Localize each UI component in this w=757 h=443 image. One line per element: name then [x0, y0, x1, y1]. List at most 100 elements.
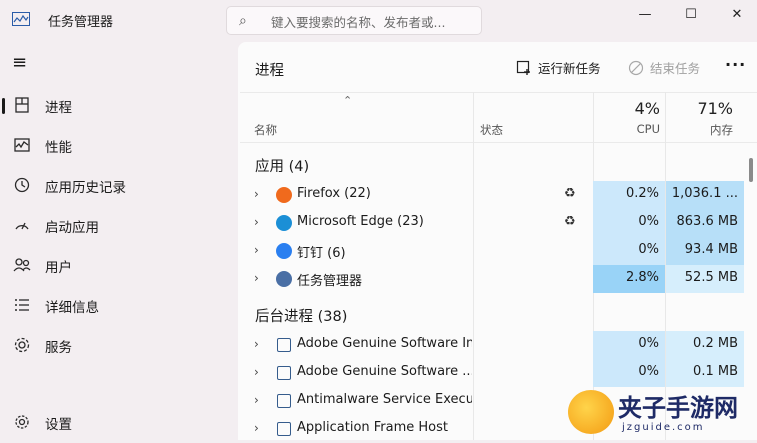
task-manager-icon — [12, 12, 30, 26]
header-divider — [240, 92, 757, 93]
end-task-button[interactable]: 结束任务 — [628, 58, 700, 77]
process-name: Adobe Genuine Software ... — [297, 364, 472, 379]
table-row[interactable]: › Adobe Genuine Software ... 0% 0.1 MB — [240, 359, 745, 387]
expand-chevron-icon[interactable]: › — [254, 337, 259, 351]
sidebar-item-label: 服务 — [45, 340, 72, 356]
memory-cell: 0.2 MB — [666, 331, 744, 359]
sidebar-item-performance[interactable]: 性能 — [0, 126, 235, 164]
sidebar-item-label: 进程 — [45, 100, 72, 116]
maximize-button[interactable]: ☐ — [668, 2, 714, 26]
new-task-icon — [516, 60, 530, 75]
process-icon — [277, 338, 291, 352]
details-icon — [15, 299, 29, 311]
performance-icon — [14, 138, 30, 152]
more-options-icon[interactable]: ··· — [725, 55, 746, 74]
expand-chevron-icon[interactable]: › — [254, 243, 259, 257]
table-row[interactable]: › Firefox (22) ♻ 0.2% 1,036.1 ... — [240, 181, 745, 209]
window-title: 任务管理器 — [48, 15, 114, 30]
table-row[interactable]: › 任务管理器 2.8% 52.5 MB — [240, 265, 745, 293]
memory-cell: 93.4 MB — [666, 237, 744, 265]
process-name: Adobe Genuine Software In... — [297, 336, 472, 351]
run-new-task-button[interactable]: 运行新任务 — [516, 58, 601, 77]
table-row[interactable]: › Adobe Genuine Software In... 0% 0.2 MB — [240, 331, 745, 359]
hamburger-icon[interactable]: ≡ — [12, 52, 27, 73]
header-bottom-divider — [240, 142, 757, 143]
column-status[interactable]: 状态 — [480, 122, 503, 138]
column-cpu[interactable]: CPU — [630, 122, 660, 136]
sidebar-item-settings[interactable]: 设置 — [0, 403, 235, 441]
services-icon — [14, 337, 30, 353]
watermark-url: jzguide.com — [622, 422, 705, 433]
process-name: Microsoft Edge (23) — [297, 214, 424, 229]
memory-cell: 52.5 MB — [666, 265, 744, 293]
sidebar-item-services[interactable]: 服务 — [0, 326, 235, 364]
app-icon — [276, 187, 292, 203]
cpu-cell: 0% — [593, 331, 665, 359]
watermark-logo — [568, 390, 614, 434]
expand-chevron-icon[interactable]: › — [254, 365, 259, 379]
search-input[interactable]: ⌕ 键入要搜索的名称、发布者或... — [226, 6, 482, 35]
memory-cell: 0.1 MB — [666, 359, 744, 387]
startup-icon — [15, 222, 29, 230]
group-background[interactable]: 后台进程 (38) — [255, 305, 347, 326]
watermark: 夹子手游网 jzguide.com — [560, 384, 757, 440]
process-icon — [277, 366, 291, 380]
memory-cell: 1,036.1 ... — [666, 181, 744, 209]
sidebar-item-label: 用户 — [45, 260, 72, 276]
cpu-cell: 0% — [593, 237, 665, 265]
cpu-cell: 0% — [593, 359, 665, 387]
scrollbar-thumb[interactable] — [749, 158, 753, 182]
process-icon — [277, 422, 291, 436]
sort-ascending-icon: ⌃ — [343, 94, 353, 107]
page-title: 进程 — [255, 63, 284, 79]
end-task-label: 结束任务 — [650, 61, 701, 76]
app-icon — [276, 271, 292, 287]
expand-chevron-icon[interactable]: › — [254, 215, 259, 229]
expand-chevron-icon[interactable]: › — [254, 271, 259, 285]
sidebar-item-processes[interactable]: 进程 — [0, 86, 235, 124]
cpu-total: 4% — [634, 99, 660, 118]
table-row[interactable]: › Microsoft Edge (23) ♻ 0% 863.6 MB — [240, 209, 745, 237]
group-apps[interactable]: 应用 (4) — [255, 155, 309, 176]
process-name: Antimalware Service Execut... — [297, 392, 472, 407]
process-name: Firefox (22) — [297, 186, 371, 201]
settings-gear-icon — [15, 415, 29, 429]
column-memory[interactable]: 内存 — [695, 122, 733, 138]
history-icon — [14, 177, 30, 193]
sidebar-item-users[interactable]: 用户 — [0, 246, 235, 284]
close-button[interactable]: ✕ — [714, 2, 757, 26]
efficiency-mode-icon: ♻ — [564, 186, 576, 201]
processes-icon — [15, 97, 29, 113]
app-icon — [276, 243, 292, 259]
sidebar-item-label: 启动应用 — [45, 220, 99, 236]
process-name: 钉钉 (6) — [297, 246, 346, 261]
cpu-cell: 0% — [593, 209, 665, 237]
sidebar-item-startup[interactable]: 启动应用 — [0, 206, 235, 244]
cpu-cell: 0.2% — [593, 181, 665, 209]
sidebar-item-label: 详细信息 — [45, 300, 99, 316]
process-icon — [277, 394, 291, 408]
process-name: Application Frame Host — [297, 420, 449, 435]
end-task-icon — [628, 60, 644, 75]
minimize-button[interactable]: — — [622, 2, 668, 26]
app-icon — [276, 215, 292, 231]
watermark-title: 夹子手游网 — [618, 394, 738, 422]
search-placeholder: 键入要搜索的名称、发布者或... — [271, 15, 446, 30]
expand-chevron-icon[interactable]: › — [254, 393, 259, 407]
process-name: 任务管理器 — [297, 274, 363, 289]
cpu-cell: 2.8% — [593, 265, 665, 293]
memory-cell: 863.6 MB — [666, 209, 744, 237]
users-icon — [13, 258, 31, 272]
column-name[interactable]: 名称 — [254, 122, 277, 138]
settings-label: 设置 — [45, 417, 72, 433]
sidebar-item-label: 应用历史记录 — [45, 180, 126, 196]
search-icon: ⌕ — [239, 13, 247, 29]
sidebar-item-label: 性能 — [45, 140, 72, 156]
sidebar-item-details[interactable]: 详细信息 — [0, 286, 235, 324]
expand-chevron-icon[interactable]: › — [254, 187, 259, 201]
memory-total: 71% — [697, 99, 733, 118]
title-bar: 任务管理器 ⌕ 键入要搜索的名称、发布者或... — ☐ ✕ — [0, 0, 757, 40]
expand-chevron-icon[interactable]: › — [254, 421, 259, 435]
sidebar-item-app-history[interactable]: 应用历史记录 — [0, 166, 235, 204]
table-row[interactable]: › 钉钉 (6) 0% 93.4 MB — [240, 237, 745, 265]
